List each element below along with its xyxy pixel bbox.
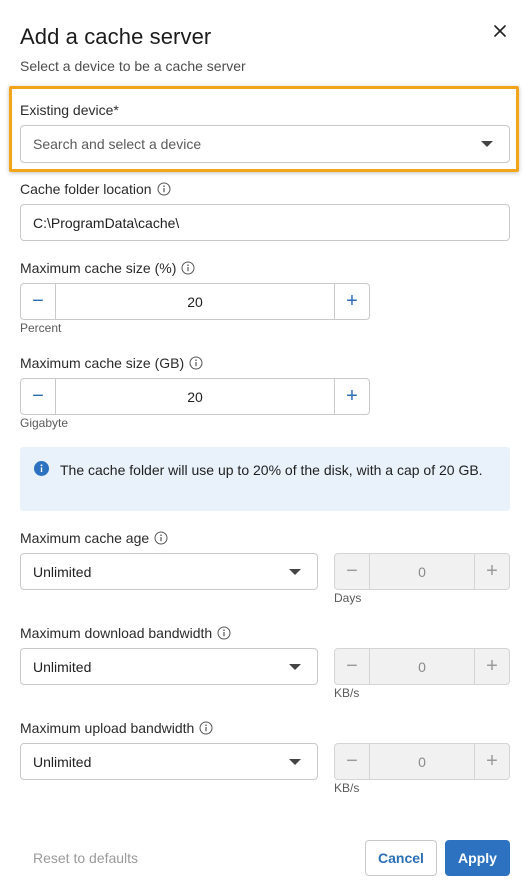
size-gb-unit: Gigabyte xyxy=(20,416,69,430)
upload-bw-select[interactable]: Unlimited xyxy=(20,743,318,780)
minus-icon: − xyxy=(32,290,44,312)
existing-device-label: Existing device* xyxy=(20,102,119,118)
decrement-button: − xyxy=(335,554,369,589)
download-bw-unit: KB/s xyxy=(334,686,360,700)
minus-icon: − xyxy=(346,560,358,582)
upload-bw-unit: KB/s xyxy=(334,781,360,795)
device-select-placeholder: Search and select a device xyxy=(33,136,202,152)
size-percent-unit: Percent xyxy=(20,321,62,335)
size-percent-label: Maximum cache size (%) xyxy=(20,260,195,276)
dialog-subtitle: Select a device to be a cache server xyxy=(20,58,246,74)
close-button[interactable] xyxy=(489,20,511,42)
size-percent-value[interactable]: 20 xyxy=(55,284,335,319)
chevron-down-icon xyxy=(289,663,301,670)
plus-icon: + xyxy=(346,290,358,312)
cache-folder-value: C:\ProgramData\cache\ xyxy=(33,214,180,231)
info-banner-text: The cache folder will use up to 20% of t… xyxy=(60,462,483,478)
info-filled-icon xyxy=(34,461,49,476)
increment-button[interactable]: + xyxy=(335,284,369,319)
plus-icon: + xyxy=(486,655,498,677)
cache-age-stepper: − 0 + xyxy=(334,553,510,590)
minus-icon: − xyxy=(32,385,44,407)
minus-icon: − xyxy=(346,750,358,772)
upload-bw-selected: Unlimited xyxy=(33,753,92,770)
cache-folder-input[interactable]: C:\ProgramData\cache\ xyxy=(20,204,510,241)
chevron-down-icon xyxy=(289,758,301,765)
plus-icon: + xyxy=(486,750,498,772)
cache-age-value: 0 xyxy=(369,554,475,589)
size-gb-label: Maximum cache size (GB) xyxy=(20,355,203,371)
size-gb-value[interactable]: 20 xyxy=(55,379,335,414)
download-bw-selected: Unlimited xyxy=(33,658,92,675)
apply-button[interactable]: Apply xyxy=(445,840,510,876)
decrement-button: − xyxy=(335,744,369,779)
cache-age-unit: Days xyxy=(334,591,362,605)
info-icon[interactable] xyxy=(189,356,203,370)
plus-icon: + xyxy=(486,560,498,582)
decrement-button[interactable]: − xyxy=(21,284,55,319)
info-icon[interactable] xyxy=(154,531,168,545)
plus-icon: + xyxy=(346,385,358,407)
upload-bw-value: 0 xyxy=(369,744,475,779)
size-gb-stepper[interactable]: − 20 + xyxy=(20,378,370,415)
device-select[interactable]: Search and select a device xyxy=(20,125,510,163)
reset-defaults-link[interactable]: Reset to defaults xyxy=(33,850,138,866)
chevron-down-icon xyxy=(481,141,493,147)
chevron-down-icon xyxy=(289,568,301,575)
cache-age-label: Maximum cache age xyxy=(20,530,168,546)
info-icon[interactable] xyxy=(181,261,195,275)
info-icon[interactable] xyxy=(217,626,231,640)
size-percent-stepper[interactable]: − 20 + xyxy=(20,283,370,320)
upload-bw-stepper: − 0 + xyxy=(334,743,510,780)
download-bw-select[interactable]: Unlimited xyxy=(20,648,318,685)
dialog-title: Add a cache server xyxy=(20,24,212,49)
decrement-button[interactable]: − xyxy=(21,379,55,414)
decrement-button: − xyxy=(335,649,369,684)
minus-icon: − xyxy=(346,655,358,677)
download-bw-value: 0 xyxy=(369,649,475,684)
increment-button: + xyxy=(475,554,509,589)
download-bw-stepper: − 0 + xyxy=(334,648,510,685)
info-icon[interactable] xyxy=(199,721,213,735)
info-banner: The cache folder will use up to 20% of t… xyxy=(20,447,510,511)
increment-button[interactable]: + xyxy=(335,379,369,414)
cache-folder-label: Cache folder location xyxy=(20,181,171,197)
increment-button: + xyxy=(475,744,509,779)
close-icon xyxy=(494,25,506,37)
cancel-button[interactable]: Cancel xyxy=(365,840,437,876)
info-icon[interactable] xyxy=(157,182,171,196)
download-bw-label: Maximum download bandwidth xyxy=(20,625,231,641)
cache-age-selected: Unlimited xyxy=(33,563,92,580)
upload-bw-label: Maximum upload bandwidth xyxy=(20,720,213,736)
increment-button: + xyxy=(475,649,509,684)
cache-age-select[interactable]: Unlimited xyxy=(20,553,318,590)
